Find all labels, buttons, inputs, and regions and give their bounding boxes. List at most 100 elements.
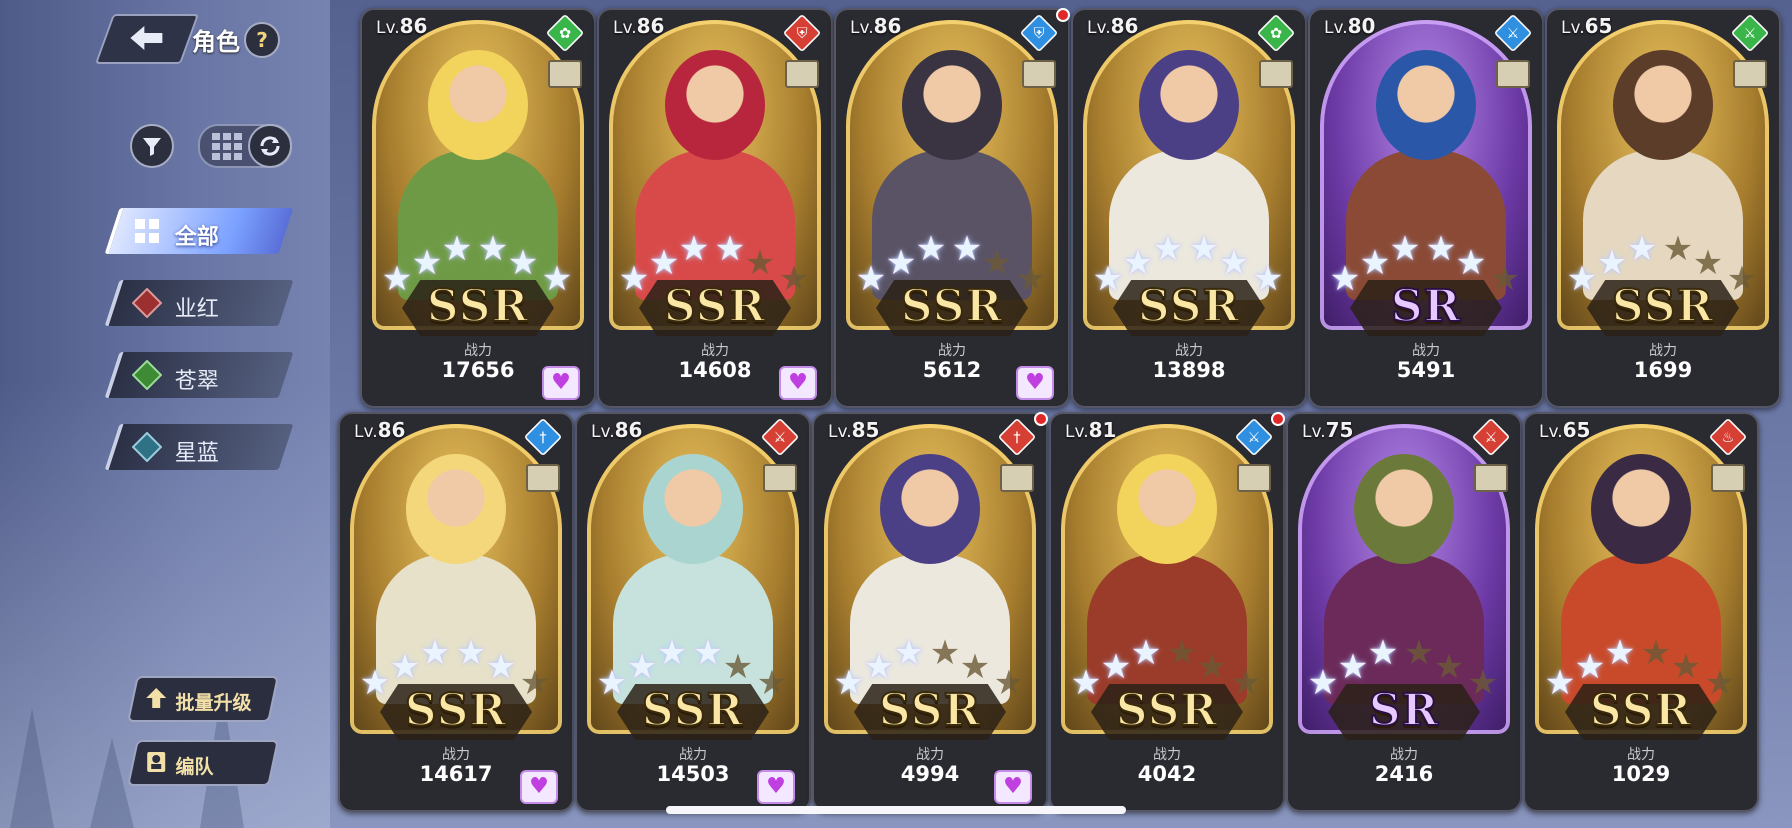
level-label: Lv.75 — [1302, 418, 1353, 442]
character-portrait-head — [1117, 454, 1217, 564]
home-indicator[interactable] — [666, 806, 1126, 814]
star-empty-icon: ★ — [981, 243, 1013, 283]
level-label: Lv.65 — [1539, 418, 1590, 442]
star-filled-icon: ★ — [1544, 663, 1576, 703]
star-filled-icon: ★ — [477, 229, 509, 269]
star-filled-icon: ★ — [1359, 243, 1391, 283]
favorite-heart-icon[interactable]: ♥ — [1016, 366, 1054, 400]
favorite-heart-icon[interactable]: ♥ — [520, 770, 558, 804]
grid-sparkle-icon — [132, 216, 162, 246]
batch-upgrade-button[interactable]: 批量升级 — [127, 676, 279, 722]
character-portrait-head — [1376, 50, 1476, 160]
character-portrait-head — [1354, 454, 1454, 564]
filter-starblue[interactable]: 星蓝 — [104, 424, 294, 470]
star-filled-icon: ★ — [618, 259, 650, 299]
scroll-icon — [1237, 464, 1271, 492]
character-card[interactable]: Lv.86 ⛨ ★ ★ ★ ★ ★ ★ SSR 战力 5612 ♥ — [834, 8, 1070, 408]
character-card[interactable]: Lv.65 ⚔ ★ ★ ★ ★ ★ ★ SSR 战力 1699 — [1545, 8, 1781, 408]
scroll-icon — [1496, 60, 1530, 88]
power-label: 战力 — [1390, 747, 1418, 763]
star-filled-icon: ★ — [541, 259, 573, 299]
star-filled-icon: ★ — [1307, 663, 1339, 703]
level-prefix: Lv. — [591, 422, 615, 442]
character-card[interactable]: Lv.86 ✿ ★ ★ ★ ★ ★ ★ SSR 战力 17656 ♥ — [360, 8, 596, 408]
level-prefix: Lv. — [354, 422, 378, 442]
filter-verdant[interactable]: 苍翠 — [104, 352, 294, 398]
character-card[interactable]: Lv.65 ♨ ★ ★ ★ ★ ★ ★ SSR 战力 1029 — [1523, 412, 1759, 812]
scroll-icon — [763, 464, 797, 492]
star-filled-icon: ★ — [1566, 259, 1598, 299]
view-toggle[interactable] — [198, 124, 292, 168]
character-portrait-head — [643, 454, 743, 564]
favorite-heart-icon[interactable]: ♥ — [994, 770, 1032, 804]
star-filled-icon: ★ — [714, 229, 746, 269]
star-empty-icon: ★ — [519, 663, 551, 703]
star-filled-icon: ★ — [1425, 229, 1457, 269]
power-label: 战力 — [1175, 343, 1203, 359]
scroll-icon — [548, 60, 582, 88]
character-card[interactable]: Lv.80 ⚔ ★ ★ ★ ★ ★ ★ SR 战力 5491 — [1308, 8, 1544, 408]
favorite-heart-icon[interactable]: ♥ — [757, 770, 795, 804]
star-filled-icon: ★ — [678, 229, 710, 269]
character-card[interactable]: Lv.86 ⛨ ★ ★ ★ ★ ★ ★ SSR 战力 14608 ♥ — [597, 8, 833, 408]
batch-upgrade-label: 批量升级 — [175, 692, 252, 714]
filter-button[interactable] — [130, 124, 174, 168]
level-label: Lv.86 — [376, 14, 427, 38]
character-portrait-head — [902, 50, 1002, 160]
help-button[interactable]: ? — [244, 22, 280, 58]
star-filled-icon: ★ — [441, 229, 473, 269]
level-value: 85 — [851, 418, 880, 442]
star-filled-icon: ★ — [1092, 259, 1124, 299]
power-label: 战力 — [1649, 343, 1677, 359]
level-value: 86 — [1110, 14, 1139, 38]
sword-icon: ⚔ — [1730, 13, 1770, 53]
star-filled-icon: ★ — [626, 647, 658, 687]
level-label: Lv.65 — [1561, 14, 1612, 38]
character-card[interactable]: Lv.86 ⚔ ★ ★ ★ ★ ★ ★ SSR 战力 14503 ♥ — [575, 412, 811, 812]
level-prefix: Lv. — [1561, 18, 1585, 38]
favorite-heart-icon[interactable]: ♥ — [779, 366, 817, 400]
star-filled-icon: ★ — [1604, 633, 1636, 673]
star-filled-icon: ★ — [1389, 229, 1421, 269]
star-filled-icon: ★ — [1455, 243, 1487, 283]
rarity-label: SSR — [1589, 684, 1693, 737]
character-card[interactable]: Lv.86 † ★ ★ ★ ★ ★ ★ SSR 战力 14617 ♥ — [338, 412, 574, 812]
filter-all[interactable]: 全部 — [104, 208, 294, 254]
scroll-icon — [1022, 60, 1056, 88]
power-value: 5491 — [1396, 358, 1456, 382]
star-empty-icon: ★ — [1489, 259, 1521, 299]
funnel-icon — [143, 138, 161, 156]
character-card[interactable]: Lv.81 ⚔ ★ ★ ★ ★ ★ ★ SSR 战力 4042 — [1049, 412, 1285, 812]
star-filled-icon: ★ — [596, 663, 628, 703]
formation-label: 编队 — [175, 756, 214, 778]
character-card[interactable]: Lv.86 ✿ ★ ★ ★ ★ ★ ★ SSR 战力 13898 — [1071, 8, 1307, 408]
dagger-icon: † — [523, 417, 563, 457]
page-title: 角色 — [192, 28, 240, 56]
power-label: 战力 — [442, 747, 470, 763]
star-empty-icon: ★ — [929, 633, 961, 673]
character-card[interactable]: Lv.75 ⚔ ★ ★ ★ ★ ★ ★ SR 战力 2416 — [1286, 412, 1522, 812]
refresh-icon[interactable] — [248, 124, 292, 168]
back-button[interactable] — [94, 14, 200, 64]
star-filled-icon: ★ — [1070, 663, 1102, 703]
rarity-label: SSR — [1137, 280, 1241, 333]
star-empty-icon: ★ — [1403, 633, 1435, 673]
formation-button[interactable]: 编队 — [127, 740, 279, 786]
level-prefix: Lv. — [828, 422, 852, 442]
character-card[interactable]: Lv.85 † ★ ★ ★ ★ ★ ★ SSR 战力 4994 ♥ — [812, 412, 1048, 812]
level-label: Lv.86 — [591, 418, 642, 442]
star-filled-icon: ★ — [951, 229, 983, 269]
favorite-heart-icon[interactable]: ♥ — [542, 366, 580, 400]
filter-crimson[interactable]: 业红 — [104, 280, 294, 326]
star-empty-icon: ★ — [959, 647, 991, 687]
character-portrait-head — [880, 454, 980, 564]
flame-icon: ♨ — [1708, 417, 1748, 457]
rarity-label: SSR — [663, 280, 767, 333]
scroll-icon — [785, 60, 819, 88]
level-value: 86 — [377, 418, 406, 442]
filter-all-label: 全部 — [174, 225, 219, 250]
star-filled-icon: ★ — [885, 243, 917, 283]
star-filled-icon: ★ — [419, 633, 451, 673]
scroll-icon — [526, 464, 560, 492]
star-filled-icon: ★ — [359, 663, 391, 703]
